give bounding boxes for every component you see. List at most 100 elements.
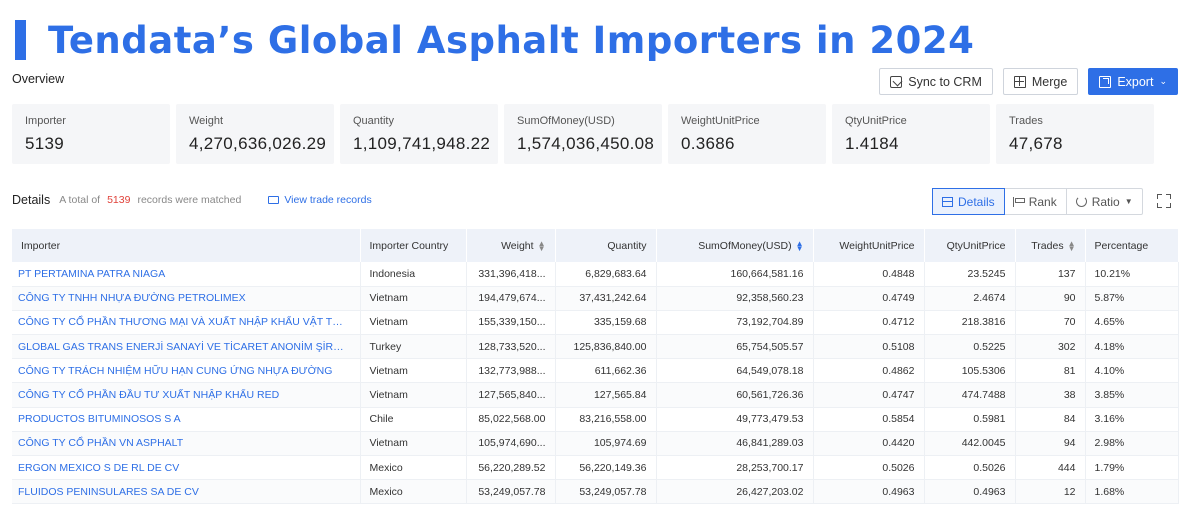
country-cell: Vietnam	[360, 358, 467, 384]
stat-label: WeightUnitPrice	[681, 115, 760, 127]
stat-value: 1.4184	[845, 134, 899, 153]
table-row[interactable]: GLOBAL GAS TRANS ENERJİ SANAYİ VE TİCARE…	[12, 334, 1179, 360]
importer-name-link[interactable]: CÔNG TY TRÁCH NHIỆM HỮU HẠN CUNG ỨNG NHỰ…	[12, 358, 361, 384]
stat-label: QtyUnitPrice	[845, 115, 907, 127]
quantity-cell: 611,662.36	[555, 358, 657, 384]
quantity-cell: 105,974.69	[555, 431, 657, 457]
importer-name-link[interactable]: CÔNG TY CỔ PHẦN THƯƠNG MẠI VÀ XUẤT NHẬP …	[12, 310, 361, 336]
qty-unit-price-cell: 218.3816	[924, 310, 1016, 336]
merge-button[interactable]: Merge	[1002, 68, 1079, 95]
fullscreen-icon[interactable]	[1157, 194, 1171, 208]
stat-importer: Importer 5139	[12, 104, 170, 164]
importer-name-link[interactable]: CÔNG TY CỔ PHẦN ĐẦU TƯ XUẤT NHẬP KHẨU RE…	[12, 382, 361, 408]
details-prefix: A total of	[59, 194, 101, 206]
sum-of-money-cell: 60,561,726.36	[656, 382, 814, 408]
col-weight-unit-price: WeightUnitPrice	[813, 229, 925, 262]
qty-unit-price-cell: 105.5306	[924, 358, 1016, 384]
importer-name-link[interactable]: FLUIDOS PENINSULARES SA DE CV	[12, 479, 361, 505]
importer-name-link[interactable]: GLOBAL GAS TRANS ENERJİ SANAYİ VE TİCARE…	[12, 334, 361, 360]
trades-cell: 12	[1015, 479, 1086, 505]
table-row[interactable]: CÔNG TY CỔ PHẦN ĐẦU TƯ XUẤT NHẬP KHẨU RE…	[12, 382, 1179, 408]
weight-cell: 331,396,418...	[466, 262, 556, 287]
quantity-cell: 127,565.84	[555, 382, 657, 408]
importer-name-link[interactable]: CÔNG TY TNHH NHỰA ĐƯỜNG PETROLIMEX	[12, 286, 361, 311]
sum-of-money-cell: 46,841,289.03	[656, 431, 814, 457]
weight-unit-price-cell: 0.5108	[813, 334, 925, 360]
col-trades[interactable]: Trades ▲ ▼	[1015, 229, 1086, 262]
quantity-cell: 335,159.68	[555, 310, 657, 336]
overview-label: Overview	[12, 72, 65, 86]
table-row[interactable]: CÔNG TY TNHH NHỰA ĐƯỜNG PETROLIMEX Vietna…	[12, 286, 1179, 311]
trades-cell: 84	[1015, 407, 1086, 432]
trades-cell: 94	[1015, 431, 1086, 457]
percentage-cell: 4.18%	[1085, 334, 1179, 360]
col-sum-of-money[interactable]: SumOfMoney(USD) ▲ ▼	[656, 229, 814, 262]
rank-icon	[1012, 196, 1025, 207]
stats-row: Importer 5139 Weight 4,270,636,026.29 Qu…	[12, 104, 1154, 164]
stat-label: Importer	[25, 115, 66, 127]
percentage-cell: 10.21%	[1085, 262, 1179, 287]
percentage-cell: 1.79%	[1085, 455, 1179, 481]
table-header-row: Importer Importer Country Weight ▲ ▼ Quant…	[12, 229, 1179, 262]
sort-icon[interactable]: ▲ ▼	[1068, 239, 1076, 252]
details-suffix: records were matched	[137, 194, 242, 206]
country-cell: Vietnam	[360, 431, 467, 457]
importer-name-link[interactable]: ERGON MEXICO S DE RL DE CV	[12, 455, 361, 481]
table-row[interactable]: CÔNG TY CỔ PHẦN VN ASPHALT Vietnam 105,974…	[12, 431, 1179, 457]
qty-unit-price-cell: 0.5026	[924, 455, 1016, 481]
sync-to-crm-button[interactable]: Sync to CRM	[879, 68, 993, 95]
trades-cell: 90	[1015, 286, 1086, 311]
importer-name-link[interactable]: CÔNG TY CỔ PHẦN VN ASPHALT	[12, 431, 361, 457]
table-row[interactable]: CÔNG TY CỔ PHẦN THƯƠNG MẠI VÀ XUẤT NHẬP …	[12, 310, 1179, 336]
weight-cell: 155,339,150...	[466, 310, 556, 336]
sort-icon[interactable]: ▲ ▼	[538, 239, 546, 252]
tab-rank[interactable]: Rank	[1004, 189, 1067, 214]
trades-cell: 38	[1015, 382, 1086, 408]
importer-name-link[interactable]: PRODUCTOS BITUMINOSOS S A	[12, 407, 361, 432]
export-icon	[1099, 75, 1112, 88]
country-cell: Vietnam	[360, 382, 467, 408]
stat-label: Trades	[1009, 115, 1043, 127]
sync-icon	[890, 75, 903, 88]
banner: Tendata’s Global Asphalt Importers in 20…	[15, 18, 974, 62]
tab-rank-label: Rank	[1028, 194, 1057, 209]
country-cell: Mexico	[360, 479, 467, 505]
tab-details-label: Details	[958, 194, 995, 209]
table-icon	[942, 196, 953, 207]
sum-of-money-cell: 65,754,505.57	[656, 334, 814, 360]
percentage-cell: 5.87%	[1085, 286, 1179, 311]
weight-cell: 132,773,988...	[466, 358, 556, 384]
table-row[interactable]: FLUIDOS PENINSULARES SA DE CV Mexico 53,24…	[12, 479, 1179, 505]
weight-cell: 194,479,674...	[466, 286, 556, 311]
col-qty-unit-price: QtyUnitPrice	[924, 229, 1016, 262]
stat-trades: Trades 47,678	[996, 104, 1154, 164]
sum-of-money-cell: 64,549,078.18	[656, 358, 814, 384]
weight-unit-price-cell: 0.4749	[813, 286, 925, 311]
country-cell: Turkey	[360, 334, 467, 360]
importer-name-link[interactable]: PT PERTAMINA PATRA NIAGA	[12, 262, 361, 287]
records-icon	[268, 196, 280, 204]
export-button[interactable]: Export ⌄	[1088, 68, 1178, 95]
stat-value: 1,574,036,450.08	[517, 134, 655, 153]
merge-icon	[1013, 75, 1026, 88]
qty-unit-price-cell: 0.5225	[924, 334, 1016, 360]
col-quantity: Quantity	[555, 229, 657, 262]
details-heading: Details	[12, 193, 51, 207]
sort-icon[interactable]: ▲ ▼	[796, 239, 804, 252]
table-row[interactable]: ERGON MEXICO S DE RL DE CV Mexico 56,220,2…	[12, 455, 1179, 481]
view-trade-records-link[interactable]: View trade records	[268, 194, 372, 206]
stat-quantity: Quantity 1,109,741,948.22	[340, 104, 498, 164]
table-row[interactable]: CÔNG TY TRÁCH NHIỆM HỮU HẠN CUNG ỨNG NHỰ…	[12, 358, 1179, 384]
tab-details[interactable]: Details	[932, 188, 1005, 215]
col-weight[interactable]: Weight ▲ ▼	[466, 229, 556, 262]
trades-cell: 70	[1015, 310, 1086, 336]
quantity-cell: 6,829,683.64	[555, 262, 657, 287]
table-row[interactable]: PT PERTAMINA PATRA NIAGA Indonesia 331,396…	[12, 262, 1179, 287]
table-row[interactable]: PRODUCTOS BITUMINOSOS S A Chile 85,022,568…	[12, 407, 1179, 432]
weight-unit-price-cell: 0.4420	[813, 431, 925, 457]
weight-cell: 128,733,520...	[466, 334, 556, 360]
tab-ratio[interactable]: Ratio ▼	[1067, 189, 1142, 214]
country-cell: Mexico	[360, 455, 467, 481]
stat-value: 47,678	[1009, 134, 1063, 153]
qty-unit-price-cell: 23.5245	[924, 262, 1016, 287]
